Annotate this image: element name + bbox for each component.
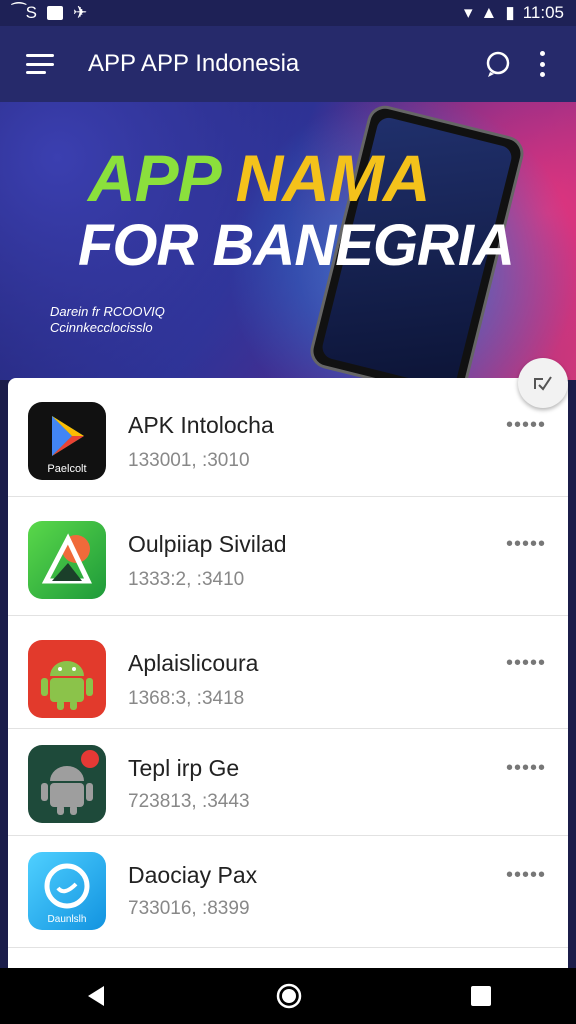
play-store-app-icon: Paelcolt [28,402,106,480]
signal-icon: ▲ [480,3,498,22]
notification-icon [47,6,64,20]
app-meta: 723813, :3443 [128,791,250,812]
green-app-icon [28,521,106,599]
promo-banner[interactable]: APP NAMA FOR BANEGRIA Darein fr RCOOVIQ … [0,102,576,380]
app-list-item[interactable]: Tepl irp Ge 723813, :3443 ••••• [8,729,568,836]
edit-fab-button[interactable] [518,358,568,408]
banner-subheadline: FOR BANEGRIA [78,213,515,278]
headline-word-2: NAMA [235,141,431,215]
app-name: Oulpiiap Sivilad [128,531,287,557]
banner-headline: APP NAMA [88,140,431,216]
app-name: APK Intolocha [128,412,274,438]
app-icon-label: Paelcolt [47,463,86,475]
more-options-icon[interactable]: ••••• [506,533,546,556]
chat-bubble-icon[interactable] [484,50,512,78]
app-list-item[interactable]: Aplaislicoura 1368:3, :3418 ••••• [8,616,568,729]
app-list-item[interactable]: Daunlslh Daociay Pax 733016, :8399 ••••• [8,836,568,948]
notification-text: ⁀S [12,3,38,22]
edit-check-icon [534,376,552,391]
app-title: APP APP Indonesia [88,50,300,77]
headline-word-1: APP [88,141,219,215]
app-list-item[interactable]: Oulpiiap Sivilad 1333:2, :3410 ••••• [8,497,568,616]
app-meta: 1333:2, :3410 [128,569,245,590]
app-name: Daociay Pax [128,862,258,888]
android-grey-app-icon [28,745,106,823]
app-bar: APP APP Indonesia [0,26,576,102]
more-options-icon[interactable]: ••••• [506,757,546,780]
app-meta: 1368:3, :3418 [128,688,245,709]
system-nav-bar [0,968,576,1024]
banner-small-text: Darein fr RCOOVIQ Ccinnkecclocisslo [50,304,165,336]
hamburger-menu-icon[interactable] [26,54,54,74]
app-list: Paelcolt APK Intolocha 133001, :3010 •••… [8,378,568,968]
app-list-item[interactable]: Paelcolt APK Intolocha 133001, :3010 •••… [8,378,568,497]
recents-icon[interactable] [470,985,492,1007]
back-icon[interactable] [84,984,108,1008]
more-options-icon[interactable]: ••••• [506,414,546,437]
home-icon[interactable] [275,982,303,1010]
more-options-icon[interactable]: ••••• [506,652,546,675]
android-app-icon [28,640,106,718]
app-meta: 133001, :3010 [128,450,250,471]
battery-icon: ▮ [505,3,515,22]
app-icon-label: Daunlslh [48,914,87,925]
banner-small-line-1: Darein fr RCOOVIQ [50,304,165,319]
app-meta: 733016, :8399 [128,898,250,919]
more-vert-icon[interactable] [540,51,546,77]
skype-like-app-icon: Daunlslh [28,852,106,930]
wifi-icon: ▾ [463,3,473,22]
tools-icon: ✈ [73,3,88,22]
clock: 11:05 [522,3,564,22]
banner-small-line-2: Ccinnkecclocisslo [50,320,153,335]
status-bar: ⁀S ✈ ▾ ▲ ▮ 11:05 [0,0,576,26]
app-name: Aplaislicoura [128,650,259,676]
app-name: Tepl irp Ge [128,755,240,781]
more-options-icon[interactable]: ••••• [506,864,546,887]
